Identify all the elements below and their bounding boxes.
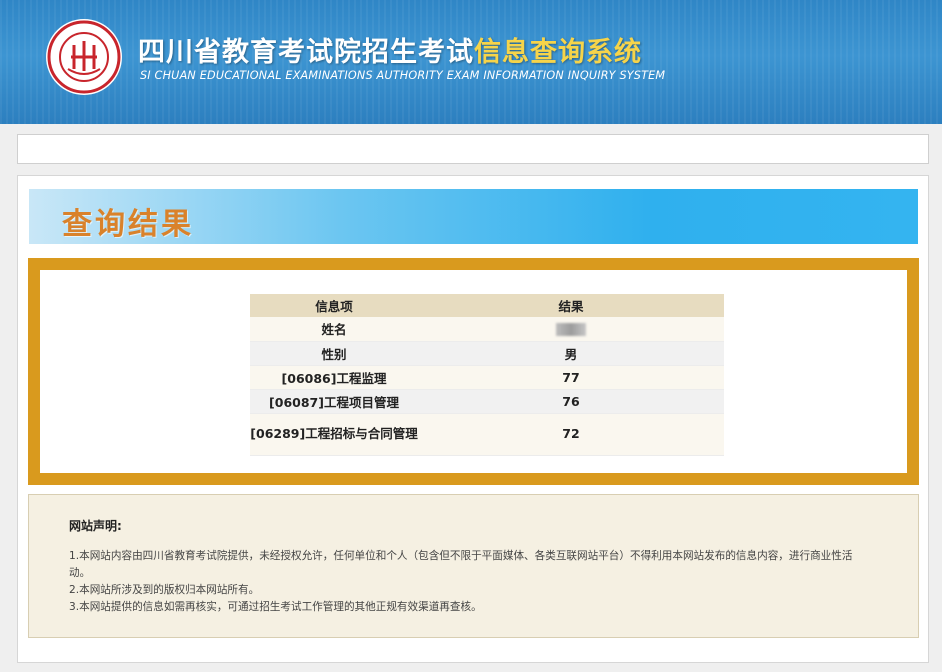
row-value-course-06289: 72: [418, 413, 724, 456]
table-header-row: 信息项 结果: [250, 294, 724, 317]
site-notice: 网站声明: 1.本网站内容由四川省教育考试院提供，未经授权允许，任何单位和个人（…: [28, 494, 919, 638]
table-row: [06289]工程招标与合同管理 72: [250, 413, 724, 456]
row-label-course-06087: [06087]工程项目管理: [250, 389, 418, 414]
system-title: 四川省教育考试院招生考试信息查询系统: [138, 37, 642, 68]
row-value-gender: 男: [418, 341, 724, 366]
page-title: 查询结果: [62, 207, 194, 242]
result-table: 信息项 结果 姓名 性别 男 [06086]工程监理 77 [06087]工程项…: [250, 294, 724, 456]
result-panel: 信息项 结果 姓名 性别 男 [06086]工程监理 77 [06087]工程项…: [40, 270, 907, 473]
row-label-course-06086: [06086]工程监理: [250, 365, 418, 390]
row-label-course-06289: [06289]工程招标与合同管理: [250, 413, 418, 456]
nav-bar: [17, 134, 929, 164]
notice-item: 1.本网站内容由四川省教育考试院提供，未经授权允许，任何单位和个人（包含但不限于…: [69, 550, 853, 579]
redacted-name: [556, 323, 586, 337]
table-row: [06086]工程监理 77: [250, 365, 724, 390]
notice-item: 2.本网站所涉及到的版权归本网站所有。: [69, 584, 260, 596]
site-header: 四川省教育考试院招生考试信息查询系统 SI CHUAN EDUCATIONAL …: [0, 0, 942, 124]
row-label-gender: 性别: [250, 341, 418, 366]
notice-item: 3.本网站提供的信息如需再核实，可通过招生考试工作管理的其他正规有效渠道再查核。: [69, 601, 482, 613]
column-header-result: 结果: [418, 294, 724, 317]
table-row: 性别 男: [250, 341, 724, 366]
column-header-item: 信息项: [250, 294, 418, 317]
seal-logo-icon: [46, 19, 122, 95]
result-frame: 信息项 结果 姓名 性别 男 [06086]工程监理 77 [06087]工程项…: [28, 258, 919, 485]
main-content: 查询结果 信息项 结果 姓名 性别 男 [06086]工程监理 77 [0608…: [17, 175, 929, 663]
row-value-course-06086: 77: [418, 365, 724, 390]
result-banner: 查询结果: [29, 189, 918, 244]
table-row: 姓名: [250, 317, 724, 342]
notice-title: 网站声明:: [69, 519, 122, 533]
table-row: [06087]工程项目管理 76: [250, 389, 724, 414]
row-value-course-06087: 76: [418, 389, 724, 414]
system-subtitle: SI CHUAN EDUCATIONAL EXAMINATIONS AUTHOR…: [140, 69, 666, 82]
row-label-name: 姓名: [250, 317, 418, 342]
row-value-name: [418, 317, 724, 342]
